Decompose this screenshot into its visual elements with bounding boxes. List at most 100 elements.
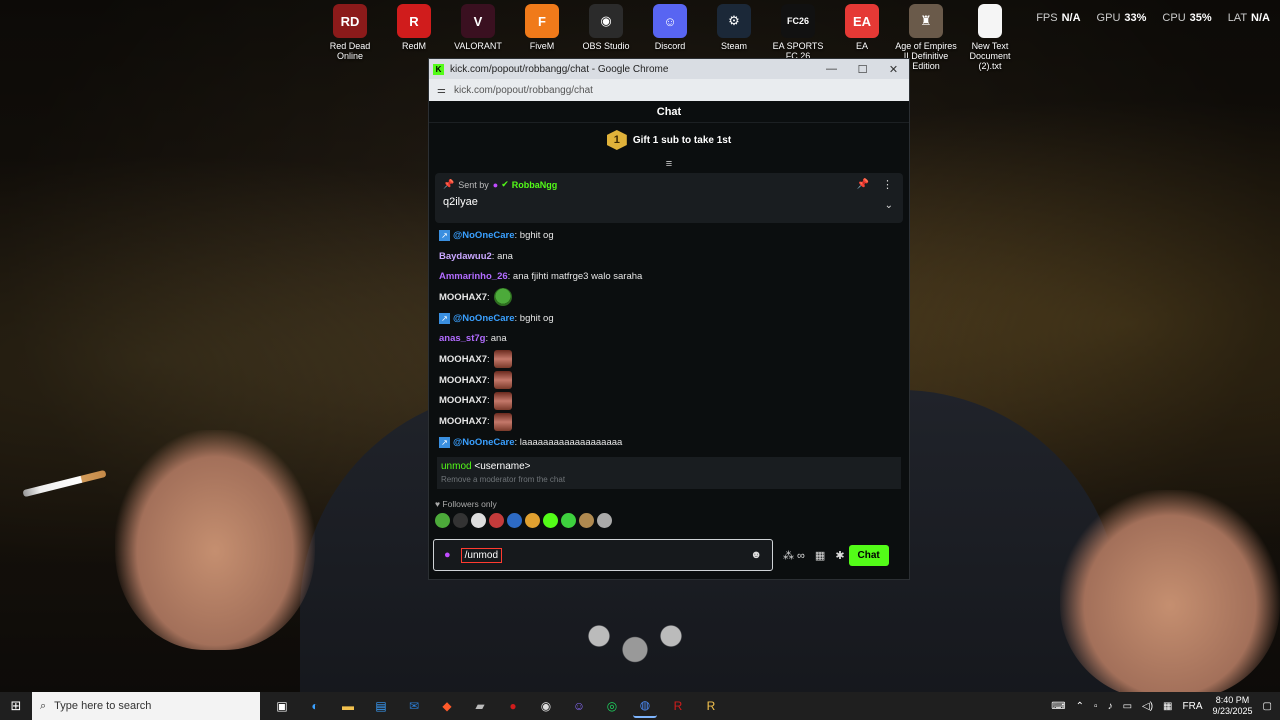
tray-app-icon[interactable]: ▫: [1094, 701, 1098, 712]
chat-tools: ⁂ ∞ ▦ ✱: [783, 549, 845, 562]
ea-icon: EA: [845, 4, 879, 38]
command-suggestion[interactable]: unmod <username> Remove a moderator from…: [437, 456, 901, 489]
minimize-button[interactable]: —: [816, 63, 847, 75]
send-chat-button[interactable]: Chat: [848, 544, 889, 566]
emote-sunglasses-icon[interactable]: [579, 512, 594, 528]
chat-input[interactable]: ● /unmod ☻: [433, 539, 773, 571]
chat-message: Ammarinho_26: ana fjihti matfrge3 walo s…: [439, 266, 899, 287]
emote-burger-icon[interactable]: [525, 512, 540, 528]
edge-icon[interactable]: ◐: [303, 694, 327, 718]
desktop-shortcut[interactable]: New Text Document (2).txt: [958, 4, 1022, 71]
emote-ghost-icon[interactable]: [471, 512, 486, 528]
redm-taskbar-icon[interactable]: R: [666, 694, 690, 718]
chat-username[interactable]: Baydawuu2: [439, 251, 492, 262]
more-options-icon[interactable]: ⋮: [882, 178, 893, 191]
chat-message: MOOHAX7:: [439, 287, 899, 308]
chat-username[interactable]: @NoOneCare: [453, 437, 515, 448]
chat-username[interactable]: MOOHAX7: [439, 354, 487, 365]
vip-badge-icon: ↗: [439, 229, 450, 241]
pin-icon: 📌: [443, 179, 455, 189]
chat-username[interactable]: MOOHAX7: [439, 416, 487, 427]
search-icon: ⌕: [40, 699, 47, 712]
brave-icon[interactable]: ◆: [435, 694, 459, 718]
discord-taskbar-icon[interactable]: ☺: [567, 694, 591, 718]
emote-cat-icon[interactable]: [453, 512, 468, 528]
desktop-shortcut[interactable]: RD Red Dead Online: [318, 4, 382, 71]
emote-face-icon[interactable]: [493, 350, 512, 369]
chat-messages: ↗ @NoOneCare: bghit og Baydawuu2: ana Ammar…: [429, 225, 909, 453]
emote-kick-icon[interactable]: [543, 512, 558, 528]
language-indicator[interactable]: FRA: [1183, 701, 1203, 712]
maximize-button[interactable]: ☐: [847, 63, 878, 76]
emoji-picker-icon[interactable]: ☻: [750, 549, 762, 561]
keyboard-icon[interactable]: ⌨: [1051, 701, 1065, 712]
spotify-icon[interactable]: ◎: [600, 694, 624, 718]
chat-username[interactable]: @NoOneCare: [453, 313, 515, 324]
chat-username[interactable]: anas_st7g: [439, 333, 485, 344]
heart-icon: ♥: [435, 498, 441, 509]
chevron-down-icon[interactable]: ⌄: [885, 200, 893, 211]
obs-icon: ◉: [589, 4, 623, 38]
desktop-shortcut-label: New Text Document (2).txt: [969, 41, 1011, 71]
emote-car-icon[interactable]: [507, 512, 522, 528]
clock[interactable]: 8:40 PM 9/23/2025: [1213, 695, 1253, 717]
notifications-icon[interactable]: ▢: [1263, 701, 1272, 712]
emote-face-icon[interactable]: [493, 371, 512, 390]
taskbar-search[interactable]: ⌕ Type here to search: [32, 692, 260, 720]
chat-username[interactable]: Ammarinho_26: [439, 271, 508, 282]
collapse-icon[interactable]: ≡: [429, 157, 909, 171]
rockstar-launcher-icon[interactable]: R: [699, 694, 723, 718]
chat-message: MOOHAX7:: [439, 391, 899, 412]
chat-message-text: : ana: [491, 250, 513, 262]
background-hand-left: [115, 430, 315, 650]
settings-gear-icon[interactable]: ✱: [835, 549, 844, 562]
steam-icon: ⚙: [717, 4, 751, 38]
chat-header: Chat: [429, 101, 909, 123]
close-button[interactable]: ✕: [878, 63, 909, 76]
emote-frog-icon[interactable]: [493, 288, 512, 307]
obs-taskbar-icon[interactable]: ◉: [534, 694, 558, 718]
pinned-author[interactable]: RobbaNgg: [512, 180, 558, 190]
cpu-stat: CPU 35%: [1162, 12, 1212, 24]
unpin-icon[interactable]: 📌: [857, 179, 869, 190]
store-icon[interactable]: ▦: [815, 549, 825, 562]
windows-start-icon[interactable]: ⊞: [0, 698, 32, 714]
chat-input-text[interactable]: /unmod: [460, 547, 503, 563]
sent-by-label: Sent by: [458, 179, 489, 190]
gift-leaderboard-banner[interactable]: 1 Gift 1 sub to take 1st: [429, 123, 909, 157]
volume-icon[interactable]: ◁): [1142, 701, 1153, 712]
emote-face-icon[interactable]: [493, 412, 512, 431]
chat-username[interactable]: @NoOneCare: [453, 230, 515, 241]
red-dead-online-icon: RD: [333, 4, 367, 38]
window-titlebar[interactable]: K kick.com/popout/robbangg/chat - Google…: [429, 59, 909, 79]
chat-username[interactable]: MOOHAX7: [439, 292, 487, 303]
emote-skull-icon[interactable]: [597, 512, 612, 528]
address-bar[interactable]: ⚌ kick.com/popout/robbangg/chat: [429, 79, 909, 101]
command-argument: <username>: [471, 460, 531, 472]
clock-date: 9/23/2025: [1212, 706, 1253, 716]
task-view-icon[interactable]: ▣: [270, 694, 294, 718]
emote-smile-icon[interactable]: [561, 512, 576, 528]
vip-badge-icon: ↗: [439, 436, 450, 448]
chat-username[interactable]: MOOHAX7: [439, 375, 487, 386]
emote-face-icon[interactable]: [493, 391, 512, 410]
tray-chevron-up-icon[interactable]: ⌃: [1076, 701, 1084, 712]
file-explorer-icon[interactable]: ▬: [336, 694, 360, 718]
performance-overlay: FPS N/A GPU 33% CPU 35% LAT N/A: [1036, 12, 1270, 24]
site-settings-icon[interactable]: ⚌: [437, 85, 446, 96]
microphone-icon[interactable]: ♪: [1108, 701, 1113, 712]
fps-stat: FPS N/A: [1036, 12, 1081, 24]
emote-frog-icon[interactable]: [435, 512, 450, 528]
outlook-icon[interactable]: ✉: [402, 694, 426, 718]
chrome-icon[interactable]: ◍: [633, 694, 657, 718]
app-icon[interactable]: ▰: [468, 694, 492, 718]
emote-devil-icon[interactable]: [489, 512, 504, 528]
chat-username[interactable]: MOOHAX7: [439, 395, 487, 406]
aoe2-icon: ♜: [909, 4, 943, 38]
network-icon[interactable]: ▭: [1123, 701, 1132, 712]
rockstar-icon[interactable]: ●: [501, 694, 525, 718]
store-app-icon[interactable]: ▤: [369, 694, 393, 718]
kick-points-icon[interactable]: ⁂ ∞: [783, 549, 805, 562]
pinned-message[interactable]: 📌 Sent by ● ✔ RobbaNgg q2ilyae 📌 ⋮ ⌄: [435, 173, 903, 223]
input-method-icon[interactable]: ▦: [1163, 701, 1172, 712]
